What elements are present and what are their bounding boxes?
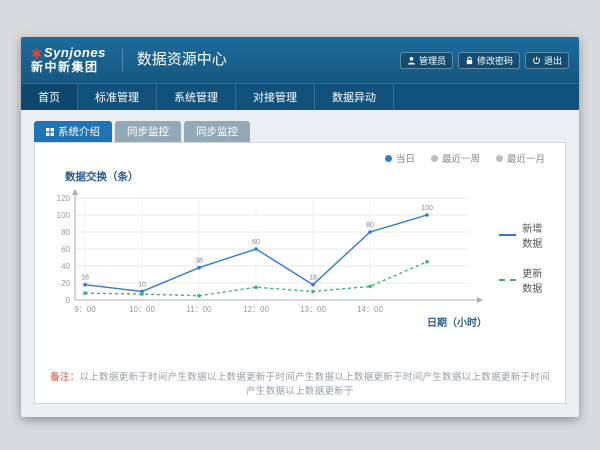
- legend-dot-last-week: [431, 155, 438, 162]
- brand-logo: Synjones 新中新集团: [31, 46, 106, 75]
- page-title: 数据资源中心: [122, 48, 227, 72]
- legend-label-last-month: 最近一月: [507, 151, 545, 165]
- company-name: 新中新集团: [31, 61, 106, 75]
- change-password-label: 修改密码: [477, 54, 513, 67]
- series-label-updated-data: 更新数据: [522, 265, 551, 295]
- svg-text:12：00: 12：00: [243, 305, 269, 314]
- footnote-prefix: 备注：: [50, 372, 79, 383]
- nav-item-connect-mgmt[interactable]: 对接管理: [236, 84, 315, 110]
- chart-panel: 当日 最近一周 最近一月 数据交换（条） 0 20 40 60 80 100 120 9：00…: [34, 142, 566, 404]
- legend-dot-today: [385, 155, 392, 162]
- svg-text:60: 60: [252, 239, 260, 246]
- svg-text:18: 18: [81, 275, 89, 282]
- footnote: 备注：以上数据更新于时间产生数据以上数据更新于时间产生数据以上数据更新于时间产生…: [49, 369, 551, 397]
- user-icon: [407, 56, 416, 65]
- legend-dot-last-month: [496, 155, 503, 162]
- time-range-legend: 当日 最近一周 最近一月: [49, 151, 551, 165]
- legend-item-today[interactable]: 当日: [385, 151, 415, 165]
- svg-text:80: 80: [366, 222, 374, 229]
- svg-text:10：00: 10：00: [129, 305, 155, 314]
- logout-icon: [532, 56, 541, 65]
- main-nav: 首页 标准管理 系统管理 对接管理 数据异动: [21, 83, 579, 110]
- tab-bar: 系统介绍 同步监控 同步监控: [34, 121, 566, 142]
- svg-text:60: 60: [61, 245, 70, 254]
- logo-text: Synjones: [44, 46, 106, 61]
- svg-text:日期（小时）: 日期（小时）: [427, 316, 487, 329]
- footnote-text: 以上数据更新于时间产生数据以上数据更新于时间产生数据以上数据更新于时间产生数据以…: [80, 372, 550, 397]
- admin-user-label: 管理员: [419, 54, 446, 67]
- series-line-new-data: [499, 234, 516, 236]
- line-chart: 0 20 40 60 80 100 120 9：00 10：00 11：00 12：00 13：00 1…: [49, 184, 493, 334]
- tab-system-intro-label: 系统介绍: [58, 124, 100, 139]
- content-area: 系统介绍 同步监控 同步监控 当日 最近一周: [21, 110, 579, 417]
- svg-text:13：00: 13：00: [300, 305, 326, 314]
- tab-sync-monitor-2[interactable]: 同步监控: [184, 121, 250, 142]
- svg-text:18: 18: [309, 275, 317, 282]
- grid-icon: [46, 128, 54, 136]
- svg-text:120: 120: [57, 194, 71, 203]
- svg-text:38: 38: [195, 258, 203, 265]
- svg-text:10: 10: [138, 282, 146, 289]
- app-window: Synjones 新中新集团 数据资源中心 管理员 修改密码: [21, 37, 579, 417]
- logout-button[interactable]: 退出: [525, 52, 569, 69]
- svg-text:100: 100: [57, 211, 71, 220]
- legend-label-today: 当日: [396, 151, 415, 165]
- series-legend-new-data[interactable]: 新增数据: [499, 220, 551, 250]
- header-actions: 管理员 修改密码 退出: [400, 52, 569, 69]
- series-line-updated-data: [499, 279, 516, 281]
- tab-sync-monitor-1[interactable]: 同步监控: [115, 121, 181, 142]
- app-header: Synjones 新中新集团 数据资源中心 管理员 修改密码: [21, 37, 579, 83]
- logo-star-icon: [31, 48, 42, 59]
- svg-text:80: 80: [61, 228, 70, 237]
- legend-item-last-week[interactable]: 最近一周: [431, 151, 480, 165]
- svg-text:40: 40: [61, 262, 70, 271]
- svg-text:14：00: 14：00: [357, 305, 383, 314]
- y-axis-title: 数据交换（条）: [65, 169, 551, 184]
- series-legend-updated-data[interactable]: 更新数据: [499, 265, 551, 295]
- tab-sync-monitor-2-label: 同步监控: [196, 124, 238, 139]
- lock-icon: [465, 56, 474, 65]
- tab-system-intro[interactable]: 系统介绍: [34, 121, 112, 142]
- svg-text:20: 20: [61, 279, 70, 288]
- svg-text:0: 0: [66, 296, 71, 305]
- logout-label: 退出: [544, 54, 562, 67]
- nav-item-standard-mgmt[interactable]: 标准管理: [78, 84, 157, 110]
- nav-item-system-mgmt[interactable]: 系统管理: [157, 84, 236, 110]
- legend-label-last-week: 最近一周: [442, 151, 480, 165]
- svg-text:9：00: 9：00: [74, 305, 96, 314]
- nav-item-data-change[interactable]: 数据异动: [315, 84, 394, 110]
- tab-sync-monitor-1-label: 同步监控: [127, 124, 169, 139]
- nav-item-home[interactable]: 首页: [21, 84, 78, 110]
- admin-user-button[interactable]: 管理员: [400, 52, 453, 69]
- svg-text:11：00: 11：00: [186, 305, 212, 314]
- change-password-button[interactable]: 修改密码: [458, 52, 520, 69]
- chart-row: 0 20 40 60 80 100 120 9：00 10：00 11：00 12：00 13：00 1…: [49, 184, 551, 361]
- svg-text:100: 100: [421, 205, 433, 212]
- series-legend: 新增数据 更新数据: [499, 220, 551, 361]
- legend-item-last-month[interactable]: 最近一月: [496, 151, 545, 165]
- series-label-new-data: 新增数据: [522, 220, 551, 250]
